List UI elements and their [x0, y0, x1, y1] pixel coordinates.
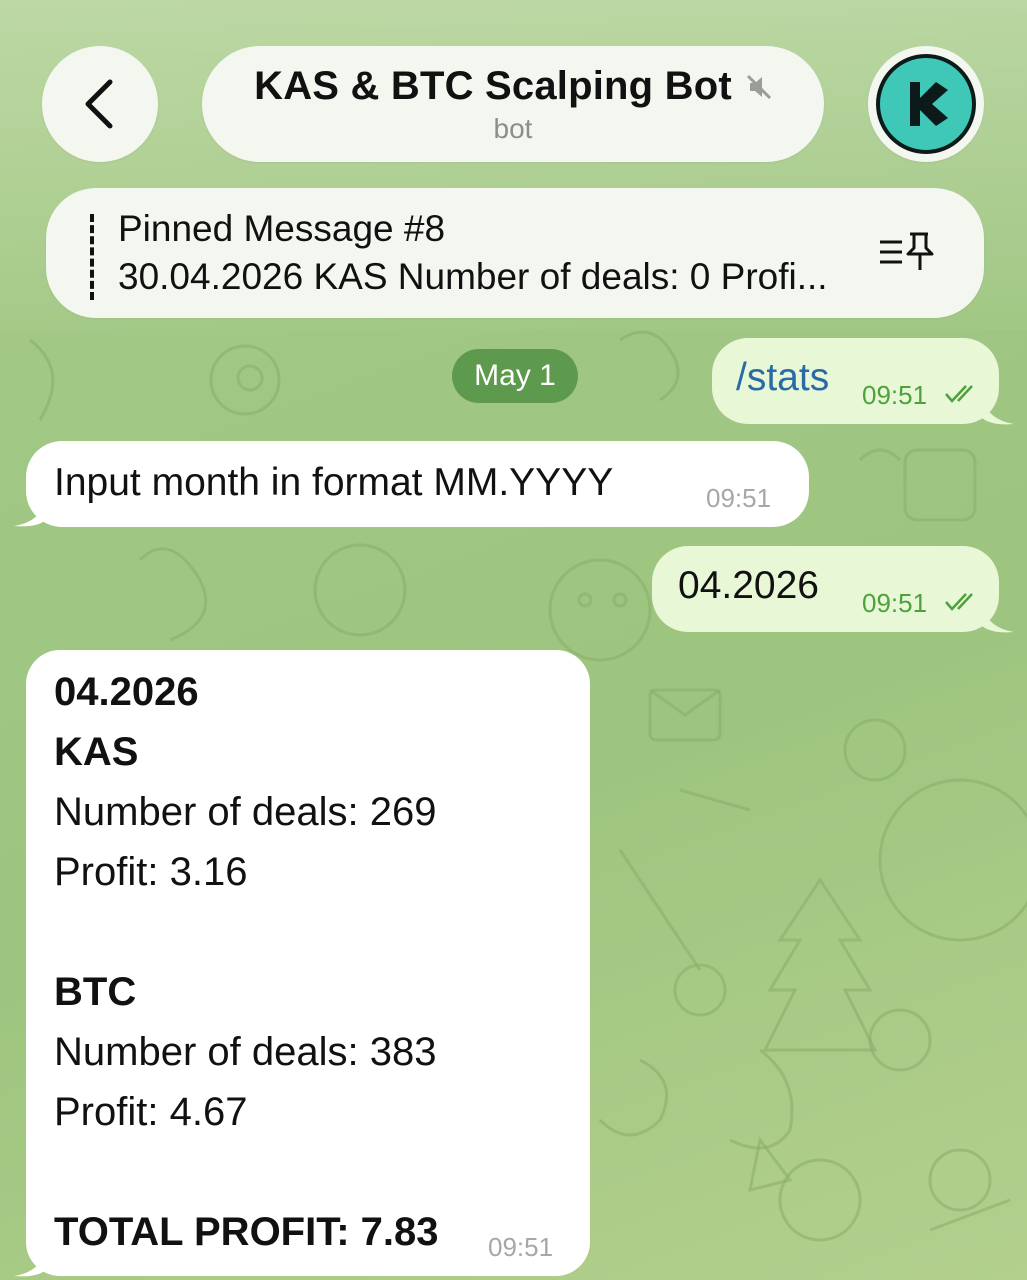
date-divider: May 1 — [452, 349, 578, 403]
message-text: Input month in format MM.YYYY — [54, 461, 614, 504]
avatar — [876, 54, 976, 154]
chevron-left-icon — [85, 79, 113, 129]
chat-title: KAS & BTC Scalping Bot — [254, 64, 732, 108]
bubble-tail — [14, 1250, 46, 1277]
chat-subtitle: bot — [493, 113, 533, 144]
double-check-icon — [945, 593, 973, 611]
kaspa-logo-icon — [910, 82, 948, 126]
pinned-message-bar[interactable]: Pinned Message #8 30.04.2026 KAS Number … — [46, 188, 984, 318]
report-btc-header: BTC — [54, 970, 137, 1014]
message-time: 09:51 — [488, 1232, 554, 1262]
report-kas-header: KAS — [54, 730, 139, 774]
double-check-icon — [945, 385, 973, 403]
command-link[interactable]: /stats — [736, 356, 829, 400]
message-time: 09:51 — [706, 483, 772, 513]
report-btc-deals: Number of deals: 383 — [54, 1030, 437, 1074]
back-button[interactable] — [42, 46, 158, 162]
message-time: 09:51 — [862, 588, 928, 618]
report-total-profit: TOTAL PROFIT: 7.83 — [54, 1210, 439, 1254]
pinned-indicator — [90, 214, 94, 300]
pinned-title: Pinned Message #8 — [118, 208, 446, 249]
bubble-tail — [14, 500, 46, 527]
stats-report-bubble[interactable]: 04.2026 KAS Number of deals: 269 Profit:… — [26, 650, 590, 1276]
bubble-tail — [982, 398, 1014, 425]
message-bubble-outgoing[interactable]: /stats 09:51 — [712, 338, 999, 424]
report-btc-profit: Profit: 4.67 — [54, 1090, 248, 1134]
message-bubble-outgoing[interactable]: 04.2026 09:51 — [652, 546, 999, 632]
message-time: 09:51 — [862, 380, 928, 410]
message-text: 04.2026 — [678, 564, 819, 607]
pinned-text: 30.04.2026 KAS Number of deals: 0 Profi.… — [118, 256, 828, 297]
muted-speaker-icon — [746, 74, 771, 99]
report-month: 04.2026 — [54, 670, 199, 714]
chat-title-bar[interactable]: KAS & BTC Scalping Bot bot — [202, 46, 824, 162]
bubble-tail — [982, 606, 1014, 633]
report-kas-deals: Number of deals: 269 — [54, 790, 437, 834]
message-bubble-incoming[interactable]: Input month in format MM.YYYY 09:51 — [26, 441, 809, 527]
report-kas-profit: Profit: 3.16 — [54, 850, 248, 894]
bot-avatar-button[interactable] — [868, 46, 984, 162]
pinned-list-icon[interactable] — [876, 230, 936, 274]
